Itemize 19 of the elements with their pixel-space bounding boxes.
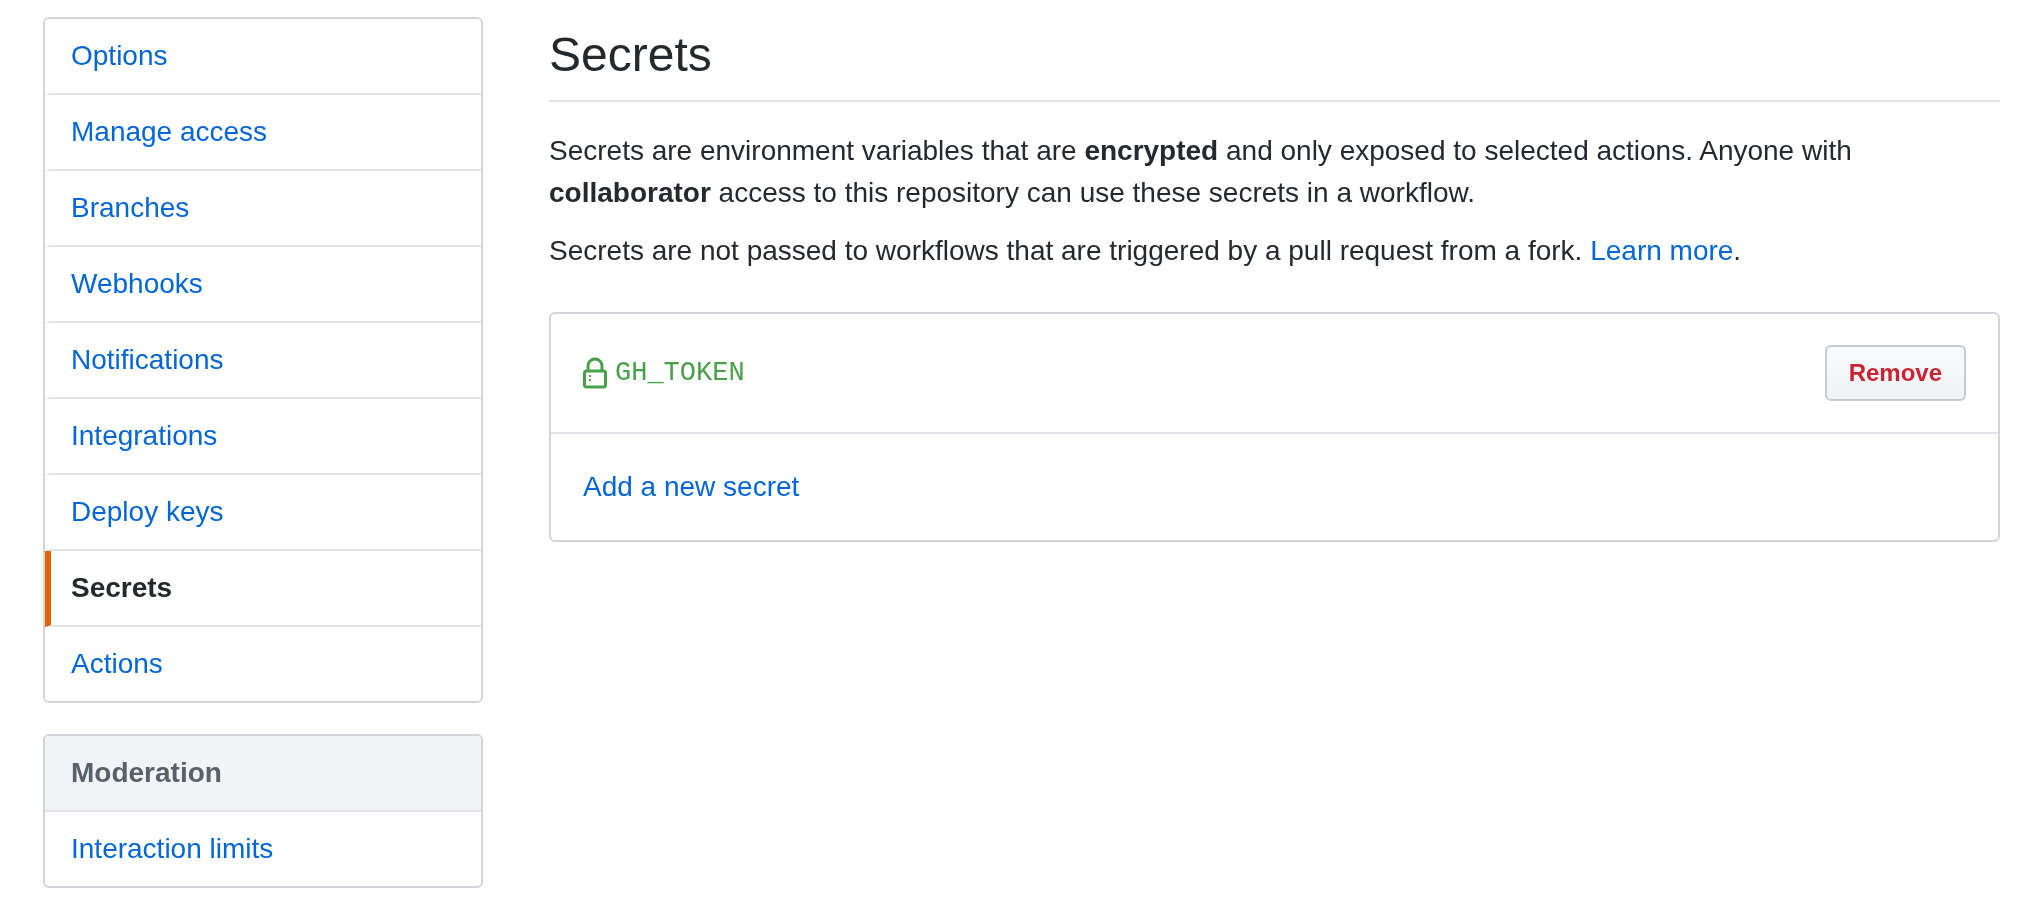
sidebar-item[interactable]: Notifications bbox=[45, 323, 481, 399]
sidebar-item[interactable]: Branches bbox=[45, 171, 481, 247]
sidebar-item[interactable]: Secrets bbox=[45, 551, 481, 627]
note-text: Secrets are not passed to workflows that are triggered by a pull request from a fork. Learn more. bbox=[549, 234, 1743, 268]
remove-button[interactable]: Remove bbox=[1824, 345, 1966, 401]
sidebar-item[interactable]: Options bbox=[45, 19, 481, 95]
sidebar-item[interactable]: Deploy keys bbox=[45, 475, 481, 551]
secret-name: GH_TOKEN bbox=[615, 358, 745, 388]
sidebar-item[interactable]: Manage access bbox=[45, 95, 481, 171]
sidebar-item[interactable]: Interaction limits bbox=[45, 812, 481, 886]
sidebar-item[interactable]: Actions bbox=[45, 627, 481, 701]
sidebar-item[interactable]: Integrations bbox=[45, 399, 481, 475]
add-secret-link[interactable]: Add a new secret bbox=[583, 471, 800, 502]
page-title: Secrets bbox=[549, 17, 2000, 102]
learn-more-link[interactable]: Learn more bbox=[1590, 235, 1734, 266]
lock-icon bbox=[583, 357, 607, 389]
sidebar-item[interactable]: Webhooks bbox=[45, 247, 481, 323]
menu-heading: Moderation bbox=[45, 736, 481, 812]
description-text: Secrets are environment variables that are encrypted and only exposed to selected actions. Anyone with collaborator access to this repository can use these secrets in a workflow. bbox=[549, 134, 1853, 210]
